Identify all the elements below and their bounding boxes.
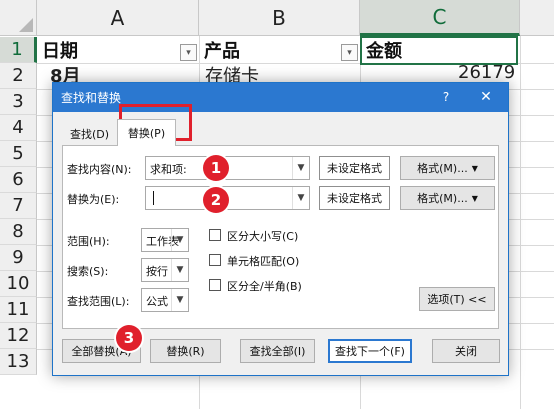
search-select[interactable]: 按行 ▼ xyxy=(141,258,189,282)
match-width-label[interactable]: 区分全/半角(B) xyxy=(227,278,302,294)
screen: A B C 1 2 3 4 5 6 7 8 9 10 11 12 13 日期 ▾… xyxy=(0,0,554,409)
row-header-9[interactable]: 9 xyxy=(0,245,37,271)
step-marker-3: 3 xyxy=(116,325,142,351)
column-header-d[interactable] xyxy=(520,0,554,36)
options-button[interactable]: 选项(T) << xyxy=(419,287,495,311)
text-caret xyxy=(153,191,154,205)
chevron-down-icon[interactable]: ▼ xyxy=(171,289,188,311)
header-product[interactable]: 产品 xyxy=(200,37,240,63)
within-select[interactable]: 工作表 ▼ xyxy=(141,228,189,252)
replace-format-preview: 未设定格式 xyxy=(319,186,390,210)
row-header-13[interactable]: 13 xyxy=(0,349,37,375)
chevron-down-icon[interactable]: ▼ xyxy=(171,259,188,281)
help-icon[interactable]: ? xyxy=(435,87,457,107)
replace-panel: 查找内容(N): 求和项: ▼ 未设定格式 格式(M)... ▼ 替换为(E): … xyxy=(62,145,499,329)
selected-cell-outline xyxy=(360,36,518,65)
match-case-checkbox[interactable] xyxy=(209,229,221,241)
search-value: 按行 xyxy=(146,265,168,278)
select-all-triangle-icon xyxy=(19,18,33,32)
select-all-corner[interactable] xyxy=(0,0,37,36)
find-format-preview: 未设定格式 xyxy=(319,156,390,180)
step-marker-2: 2 xyxy=(203,187,229,213)
replace-format-button[interactable]: 格式(M)... ▼ xyxy=(400,186,495,210)
row-header-3[interactable]: 3 xyxy=(0,89,37,115)
look-in-value: 公式 xyxy=(146,295,168,308)
find-next-button[interactable]: 查找下一个(F) xyxy=(328,339,412,363)
find-format-label: 格式(M)... xyxy=(417,162,468,175)
row-header-12[interactable]: 12 xyxy=(0,323,37,349)
close-dialog-button[interactable]: 关闭 xyxy=(432,339,500,363)
find-what-label: 查找内容(N): xyxy=(67,163,132,176)
chevron-down-icon[interactable]: ▼ xyxy=(171,229,188,251)
row-header-4[interactable]: 4 xyxy=(0,115,37,141)
grid-line xyxy=(520,36,521,409)
within-label: 范围(H): xyxy=(67,235,110,248)
search-label: 搜索(S): xyxy=(67,265,109,278)
dialog-title: 查找和替换 xyxy=(61,91,122,105)
look-in-label: 查找范围(L): xyxy=(67,295,130,308)
chevron-down-icon[interactable]: ▼ xyxy=(292,157,309,179)
find-what-value: 求和项: xyxy=(150,163,187,176)
filter-dropdown-icon[interactable]: ▾ xyxy=(341,44,358,61)
row-header-1[interactable]: 1 xyxy=(0,37,37,63)
row-header-8[interactable]: 8 xyxy=(0,219,37,245)
look-in-select[interactable]: 公式 ▼ xyxy=(141,288,189,312)
find-format-button[interactable]: 格式(M)... ▼ xyxy=(400,156,495,180)
match-cell-label[interactable]: 单元格匹配(O) xyxy=(227,253,299,269)
row-header-7[interactable]: 7 xyxy=(0,193,37,219)
replace-format-label: 格式(M)... xyxy=(417,192,468,205)
filter-dropdown-icon[interactable]: ▾ xyxy=(180,44,197,61)
match-case-label[interactable]: 区分大小写(C) xyxy=(227,228,298,244)
tab-find[interactable]: 查找(D) xyxy=(62,122,117,146)
row-header-11[interactable]: 11 xyxy=(0,297,37,323)
step-marker-1: 1 xyxy=(203,155,229,181)
column-header-c[interactable]: C xyxy=(360,0,520,36)
find-all-button[interactable]: 查找全部(I) xyxy=(240,339,315,363)
replace-with-label: 替换为(E): xyxy=(67,193,120,206)
row-header-2[interactable]: 2 xyxy=(0,63,37,89)
header-date[interactable]: 日期 xyxy=(38,37,78,63)
chevron-down-icon[interactable]: ▼ xyxy=(292,187,309,209)
tab-replace[interactable]: 替换(P) xyxy=(117,119,176,146)
close-icon[interactable]: ✕ xyxy=(474,87,498,107)
row-header-6[interactable]: 6 xyxy=(0,167,37,193)
row-header-10[interactable]: 10 xyxy=(0,271,37,297)
dropdown-arrow-icon[interactable]: ▼ xyxy=(472,194,478,203)
cell-amount-row2[interactable]: 26179 xyxy=(458,62,515,83)
replace-button[interactable]: 替换(R) xyxy=(150,339,221,363)
row-header-5[interactable]: 5 xyxy=(0,141,37,167)
match-width-checkbox[interactable] xyxy=(209,279,221,291)
match-cell-checkbox[interactable] xyxy=(209,254,221,266)
dropdown-arrow-icon[interactable]: ▼ xyxy=(472,164,478,173)
column-header-a[interactable]: A xyxy=(37,0,199,36)
column-header-b[interactable]: B xyxy=(199,0,360,36)
